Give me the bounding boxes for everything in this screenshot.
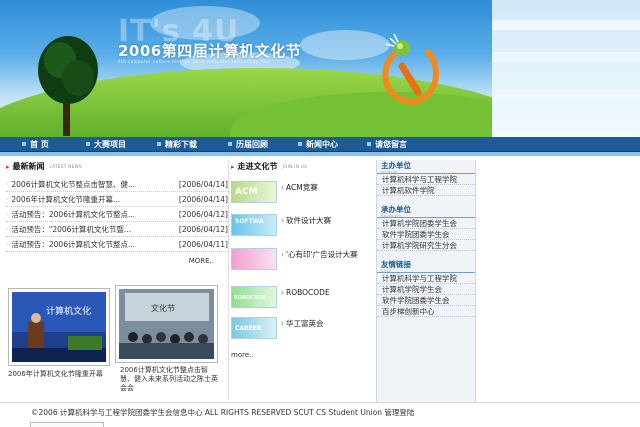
tree-image [38, 36, 98, 136]
arrow-icon: ▸ [231, 162, 235, 171]
culture-item-robocode[interactable]: ROBOCODE ROBOCODE [231, 286, 376, 312]
bullet-icon [157, 142, 161, 146]
culture-column: ▸ 走进文化节 JOIN IN US ACM ACM竞赛 SOFTWA 软件设计… [228, 160, 374, 400]
organizer-heading: 承办单位 ORGANIZER [377, 204, 475, 218]
nav-news-center[interactable]: 新闻中心 [298, 137, 338, 152]
main-nav: 首 页 大赛项目 精彩下载 历届回顾 新闻中心 请您留言 [0, 137, 640, 152]
festival-title: 2006第四届计算机文化节 [118, 42, 302, 60]
news-item[interactable]: · 活动预告："2006计算机文化节暨... [2006/04/12] [6, 222, 228, 237]
culture-item-career[interactable]: CAREER 华工富英会 [231, 317, 376, 343]
career-thumbnail: CAREER [231, 317, 277, 339]
news-item[interactable]: · 2006年计算机文化节隆重开幕... [2006/04/14] [6, 192, 228, 207]
banner-right-decoration [492, 0, 640, 137]
news-column: ▸ 最新新闻 LATEST NEWS · 2006计算机文化节整点击智慧、健...… [6, 160, 228, 400]
bullet-icon [86, 142, 90, 146]
acm-thumbnail: ACM [231, 181, 277, 203]
robocode-thumbnail: ROBOCODE [231, 286, 277, 308]
sponsor-section: 主办单位 SPONSOR 计算机科学与工程学院 计算机软件学院 [377, 160, 475, 196]
links-heading: 友情链接 LINKS [377, 259, 475, 273]
organizer-section: 承办单位 ORGANIZER 计算机学院团委学生会 软件学院团委学生会 计算机学院… [377, 204, 475, 251]
festival-subtitle: 4th computer culture festival 2006 compu… [118, 59, 271, 64]
culture-item-software[interactable]: SOFTWA 软件设计大赛 [231, 214, 376, 240]
bullet-icon [22, 142, 26, 146]
culture-heading: ▸ 走进文化节 JOIN IN US [231, 162, 308, 171]
sidebar: 主办单位 SPONSOR 计算机科学与工程学院 计算机软件学院 承办单位 ORGAN… [376, 160, 476, 402]
stage-photo: 计算机文化 [12, 292, 106, 362]
nav-home[interactable]: 首 页 [22, 137, 49, 152]
nav-guestbook[interactable]: 请您留言 [367, 137, 407, 152]
photo-gallery: 计算机文化 2006年计算机文化节隆重开幕 文化节 2006计算机文化节整点击智… [8, 285, 223, 398]
news-item[interactable]: · 2006计算机文化节整点击智慧、健... [2006/04/14] [6, 177, 228, 192]
culture-more-link[interactable]: more.. [231, 351, 254, 359]
photo-opening-ceremony[interactable]: 计算机文化 [8, 288, 110, 366]
bullet-icon [367, 142, 371, 146]
banner: IT's 4U 2006第四届计算机文化节 4th computer cultu… [0, 0, 492, 137]
photo-lecture[interactable]: 文化节 [115, 285, 218, 363]
audience-photo: 文化节 [119, 289, 214, 359]
bullet-icon [228, 142, 232, 146]
culture-item-ad-design[interactable]: '心有印'广告设计大赛 [231, 248, 376, 274]
news-list: · 2006计算机文化节整点击智慧、健... [2006/04/14] · 2006年… [6, 177, 228, 252]
sidebar-link[interactable]: 计算机科学与工程学院 [377, 273, 475, 284]
nav-competitions[interactable]: 大赛项目 [86, 137, 126, 152]
culture-item-acm[interactable]: ACM ACM竞赛 [231, 181, 376, 207]
news-item[interactable]: · 活动预告：2006计算机文化节整点... [2006/04/12] [6, 207, 228, 222]
software-thumbnail: SOFTWA [231, 214, 277, 236]
bullet-icon [298, 142, 302, 146]
news-heading: ▸ 最新新闻 LATEST NEWS [6, 162, 82, 171]
sidebar-link[interactable]: 软件学院团委学生会 [377, 295, 475, 306]
nav-divider [0, 152, 640, 156]
sidebar-link[interactable]: 计算机学院团委学生会 [377, 218, 475, 229]
nav-history[interactable]: 历届回顾 [228, 137, 268, 152]
ad-design-thumbnail [231, 248, 277, 270]
svg-text:计算机文化: 计算机文化 [46, 305, 91, 317]
sidebar-link[interactable]: 计算机学院研究生分会 [377, 240, 475, 251]
svg-text:文化节: 文化节 [151, 303, 175, 313]
photo-caption[interactable]: 2006计算机文化节整点击智慧、健入未来系列活动之陈士英会会 [120, 366, 220, 393]
photo-caption[interactable]: 2006年计算机文化节隆重开幕 [8, 370, 112, 379]
sidebar-link[interactable]: 计算机科学与工程学院 [377, 174, 475, 185]
footer: ©2006 计算机科学与工程学院团委学生会信息中心 ALL RIGHTS RES… [0, 402, 640, 427]
sponsor-heading: 主办单位 SPONSOR [377, 160, 475, 174]
sidebar-link[interactable]: 软件学院团委学生会 [377, 229, 475, 240]
sidebar-link[interactable]: 百步梯创新中心 [377, 306, 475, 317]
copyright-text: ©2006 计算机科学与工程学院团委学生会信息中心 ALL RIGHTS RES… [31, 408, 415, 417]
links-section: 友情链接 LINKS 计算机科学与工程学院 计算机学院学生会 软件学院团委学生会 … [377, 259, 475, 317]
news-item[interactable]: · 活动预告：2006计算机文化节整点... [2006/04/11] [6, 237, 228, 252]
sidebar-link[interactable]: 计算机软件学院 [377, 185, 475, 196]
news-more-link[interactable]: MORE.. [189, 257, 214, 265]
sidebar-link[interactable]: 计算机学院学生会 [377, 284, 475, 295]
arrow-icon: ▸ [6, 162, 10, 171]
page: IT's 4U 2006第四届计算机文化节 4th computer cultu… [0, 0, 640, 427]
nav-downloads[interactable]: 精彩下载 [157, 137, 197, 152]
festival-logo [382, 33, 439, 105]
footer-tab [30, 422, 104, 427]
